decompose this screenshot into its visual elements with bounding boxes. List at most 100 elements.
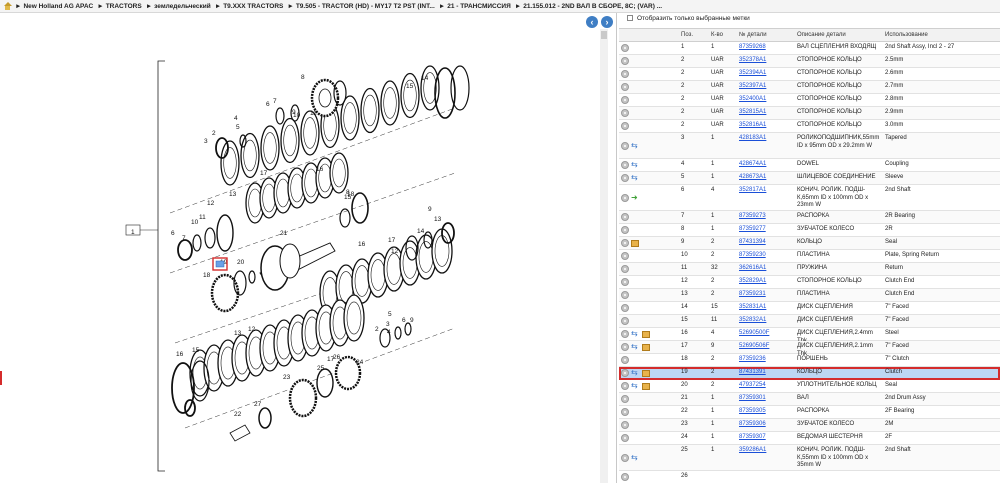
table-row[interactable]: 14 15 352831A1 ДИСК СЦЕПЛЕНИЯ 7" Faced (619, 302, 1000, 315)
add-to-cart-icon[interactable] (621, 70, 629, 78)
table-row[interactable]: 12 2 352829A1 СТОПОРНОЕ КОЛЬЦО Clutch End (619, 276, 1000, 289)
part-number-link[interactable]: 87359307 (739, 434, 766, 442)
add-to-cart-icon[interactable] (621, 174, 629, 182)
add-to-cart-icon[interactable] (621, 330, 629, 338)
add-to-cart-icon[interactable] (621, 252, 629, 260)
part-number-link[interactable]: 87359231 (739, 291, 766, 299)
table-row[interactable]: 2 UAR 352400A1 СТОПОРНОЕ КОЛЬЦО 2.8mm (619, 94, 1000, 107)
add-to-cart-icon[interactable] (621, 473, 629, 481)
add-to-cart-icon[interactable] (621, 343, 629, 351)
replacement-icon[interactable]: ⇆ (631, 369, 640, 377)
header-num[interactable]: № детали (739, 32, 767, 38)
add-to-cart-icon[interactable] (621, 141, 629, 150)
add-to-cart-icon[interactable] (621, 421, 629, 429)
add-to-cart-icon[interactable] (621, 109, 629, 117)
add-to-cart-icon[interactable] (621, 291, 629, 299)
part-number-link[interactable]: 428183A1 (739, 135, 766, 143)
kit-box-icon[interactable] (642, 383, 650, 390)
add-to-cart-icon[interactable] (621, 265, 629, 273)
diagram-scrollbar[interactable] (600, 29, 608, 483)
table-row[interactable]: 23 1 87359306 ЗУБЧАТОЕ КОЛЕСО 2M (619, 419, 1000, 432)
part-number-link[interactable]: 87359277 (739, 226, 766, 234)
add-to-cart-icon[interactable] (621, 226, 629, 234)
add-to-cart-icon[interactable] (621, 239, 629, 247)
table-row[interactable]: ⇆ 20 2 47937254 УПЛОТНИТЕЛЬНОЕ КОЛЬЦ Seal (619, 380, 1000, 393)
breadcrumb-item[interactable]: ► T9.505 - TRACTOR (HD) - MY17 T2 PST (IN… (287, 3, 434, 10)
add-to-cart-icon[interactable] (621, 213, 629, 221)
part-number-link[interactable]: 47937254 (739, 382, 766, 390)
part-number-link[interactable]: 359286A1 (739, 447, 766, 455)
table-row[interactable]: 9 2 87431394 КОЛЬЦО Seal (619, 237, 1000, 250)
kit-box-icon[interactable] (642, 331, 650, 338)
table-row[interactable]: 7 1 87359273 РАСПОРКА 2R Bearing (619, 211, 1000, 224)
table-row[interactable]: ⇆ 17 9 52690506F ДИСК СЦЕПЛЕНИЯ,2.1mm Thk 7" … (619, 341, 1000, 357)
add-to-cart-icon[interactable] (621, 395, 629, 403)
header-desc[interactable]: Описание детали (797, 32, 846, 38)
part-number-link[interactable]: 87359306 (739, 421, 766, 429)
table-row[interactable]: 13 2 87359231 ПЛАСТИНА Clutch End (619, 289, 1000, 302)
header-pos[interactable]: Поз. (681, 32, 693, 38)
part-number-link[interactable]: 352816A1 (739, 122, 766, 130)
part-number-link[interactable]: 87359230 (739, 252, 766, 260)
add-to-cart-icon[interactable] (621, 161, 629, 169)
scroll-thumb[interactable] (601, 31, 607, 39)
table-row[interactable]: ⇆16452690500FДИСК СЦЕПЛЕНИЯ,2.4mm ThkSte… (619, 328, 1000, 344)
add-to-cart-icon[interactable] (621, 434, 629, 442)
table-row[interactable]: 26 (619, 471, 1000, 483)
table-row[interactable]: 2 UAR 352397A1 СТОПОРНОЕ КОЛЬЦО 2.7mm (619, 81, 1000, 94)
table-row[interactable]: ➜ 6 4 352817A1 КОНИЧ. РОЛИК. ПОДШ-К,65mm ID … (619, 185, 1000, 211)
add-to-cart-icon[interactable] (621, 193, 629, 202)
next-page-button[interactable]: › (601, 16, 613, 28)
add-to-cart-icon[interactable] (621, 356, 629, 364)
table-row[interactable]: ⇆ 19 2 87431391 КОЛЬЦО Clutch (619, 367, 1000, 380)
filter-checkbox[interactable] (627, 15, 633, 21)
table-row[interactable]: 2 UAR 352815A1 СТОПОРНОЕ КОЛЬЦО 2.9mm (619, 107, 1000, 120)
home-icon[interactable] (3, 1, 12, 11)
add-to-cart-icon[interactable] (621, 57, 629, 65)
table-row[interactable]: 22 1 87359305 РАСПОРКА 2F Bearing (619, 406, 1000, 419)
replacement-icon[interactable]: ⇆ (631, 453, 640, 462)
substitute-icon[interactable]: ➜ (631, 193, 640, 202)
part-number-link[interactable]: 362616A1 (739, 265, 766, 273)
add-to-cart-icon[interactable] (621, 304, 629, 312)
add-to-cart-icon[interactable] (621, 122, 629, 130)
replacement-icon[interactable]: ⇆ (631, 141, 640, 150)
part-number-link[interactable]: 352394A1 (739, 70, 766, 78)
header-use[interactable]: Использование (885, 32, 928, 38)
breadcrumb-item[interactable]: ► 21.155.012 - 2ND ВАЛ В СБОРЕ, 8С; (VAR)… (515, 3, 662, 10)
table-row[interactable]: 2 UAR 352394A1 СТОПОРНОЕ КОЛЬЦО 2.6mm (619, 68, 1000, 81)
part-number-link[interactable]: 352397A1 (739, 83, 766, 91)
table-row[interactable]: 11 32 362616A1 ПРУЖИНА Return (619, 263, 1000, 276)
part-number-link[interactable]: 87359301 (739, 395, 766, 403)
breadcrumb-item[interactable]: ► 21 - ТРАНСМИССИЯ (439, 3, 511, 10)
table-row[interactable]: 8 1 87359277 ЗУБЧАТОЕ КОЛЕСО 2R (619, 224, 1000, 237)
add-to-cart-icon[interactable] (621, 317, 629, 325)
table-row[interactable]: 15 11 352832A1 ДИСК СЦЕПЛЕНИЯ 7" Faced (619, 315, 1000, 328)
table-row[interactable]: 1 1 87359268 ВАЛ СЦЕПЛЕНИЯ ВХОДЯЩ 2nd Shaft … (619, 42, 1000, 55)
table-row[interactable]: ⇆ 4 1 428674A1 DOWEL Coupling (619, 159, 1000, 172)
add-to-cart-icon[interactable] (621, 83, 629, 91)
breadcrumb-item[interactable]: ► TRACTORS (97, 3, 141, 10)
kit-box-icon[interactable] (642, 344, 650, 351)
header-qty[interactable]: К-во (711, 32, 723, 38)
part-number-link[interactable]: 87359236 (739, 356, 766, 364)
part-number-link[interactable]: 352832A1 (739, 317, 766, 325)
replacement-icon[interactable]: ⇆ (631, 382, 640, 390)
replacement-icon[interactable]: ⇆ (631, 161, 640, 169)
table-row[interactable]: ⇆ 3 1 428183A1 РОЛИКОПОДШИПНИК,55mm ID x 95m… (619, 133, 1000, 159)
part-number-link[interactable]: 352817A1 (739, 187, 766, 195)
part-number-link[interactable]: 352831A1 (739, 304, 766, 312)
replacement-icon[interactable]: ⇆ (631, 343, 640, 351)
part-number-link[interactable]: 52690506F (739, 343, 769, 351)
table-row[interactable]: 2 UAR 352378A1 СТОПОРНОЕ КОЛЬЦО 2.5mm (619, 55, 1000, 68)
breadcrumb-item[interactable]: ► New Holland AG APAC (15, 3, 93, 10)
add-to-cart-icon[interactable] (621, 44, 629, 52)
add-to-cart-icon[interactable] (621, 96, 629, 104)
add-to-cart-icon[interactable] (621, 408, 629, 416)
part-number-link[interactable]: 87431391 (739, 369, 766, 377)
part-number-link[interactable]: 87359305 (739, 408, 766, 416)
part-number-link[interactable]: 352829A1 (739, 278, 766, 286)
filter-row[interactable]: Отобразить только выбранные метки (619, 13, 1000, 23)
kit-box-icon[interactable] (642, 370, 650, 377)
table-row[interactable]: 10 2 87359230 ПЛАСТИНА Plate, Spring Return (619, 250, 1000, 263)
